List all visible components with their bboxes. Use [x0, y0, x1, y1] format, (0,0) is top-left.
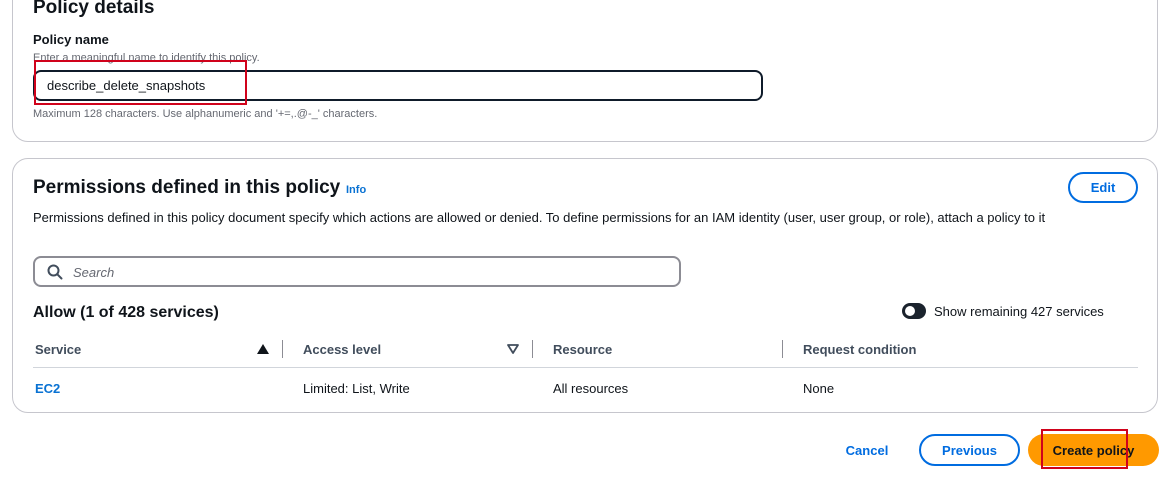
show-remaining-toggle[interactable]: [902, 303, 926, 319]
edit-button[interactable]: Edit: [1068, 172, 1138, 203]
cell-access-level: Limited: List, Write: [303, 381, 410, 396]
info-link[interactable]: Info: [346, 184, 366, 196]
create-policy-button[interactable]: Create policy: [1028, 434, 1159, 466]
toggle-knob: [905, 306, 915, 316]
search-icon: [47, 264, 63, 280]
column-header-resource: Resource: [553, 342, 613, 357]
sort-ascending-icon[interactable]: [257, 344, 269, 354]
search-input[interactable]: [71, 258, 675, 287]
policy-name-label: Policy name: [33, 32, 109, 47]
column-divider: [782, 340, 783, 358]
cell-resource: All resources: [553, 381, 629, 396]
allow-services-heading: Allow (1 of 428 services): [33, 304, 219, 321]
service-link-ec2[interactable]: EC2: [35, 381, 60, 396]
column-header-access-level[interactable]: Access level: [303, 342, 381, 357]
policy-name-constraint: Maximum 128 characters. Use alphanumeric…: [33, 108, 378, 120]
permissions-title: Permissions defined in this policy: [33, 177, 341, 198]
cell-request-condition: None: [803, 381, 835, 396]
permissions-description: Permissions defined in this policy docum…: [33, 210, 1046, 225]
previous-button[interactable]: Previous: [919, 434, 1020, 466]
search-field[interactable]: [33, 256, 681, 287]
policy-details-title: Policy details: [33, 0, 155, 18]
policy-name-input[interactable]: [33, 70, 763, 101]
cancel-button[interactable]: Cancel: [838, 437, 896, 463]
policy-name-hint: Enter a meaningful name to identify this…: [33, 52, 260, 64]
table-divider: [33, 367, 1138, 368]
column-header-request-condition: Request condition: [803, 342, 917, 357]
column-divider: [282, 340, 283, 358]
column-header-service[interactable]: Service: [35, 342, 81, 357]
column-divider: [532, 340, 533, 358]
show-remaining-label: Show remaining 427 services: [934, 304, 1104, 319]
sort-descending-icon[interactable]: [507, 344, 519, 354]
